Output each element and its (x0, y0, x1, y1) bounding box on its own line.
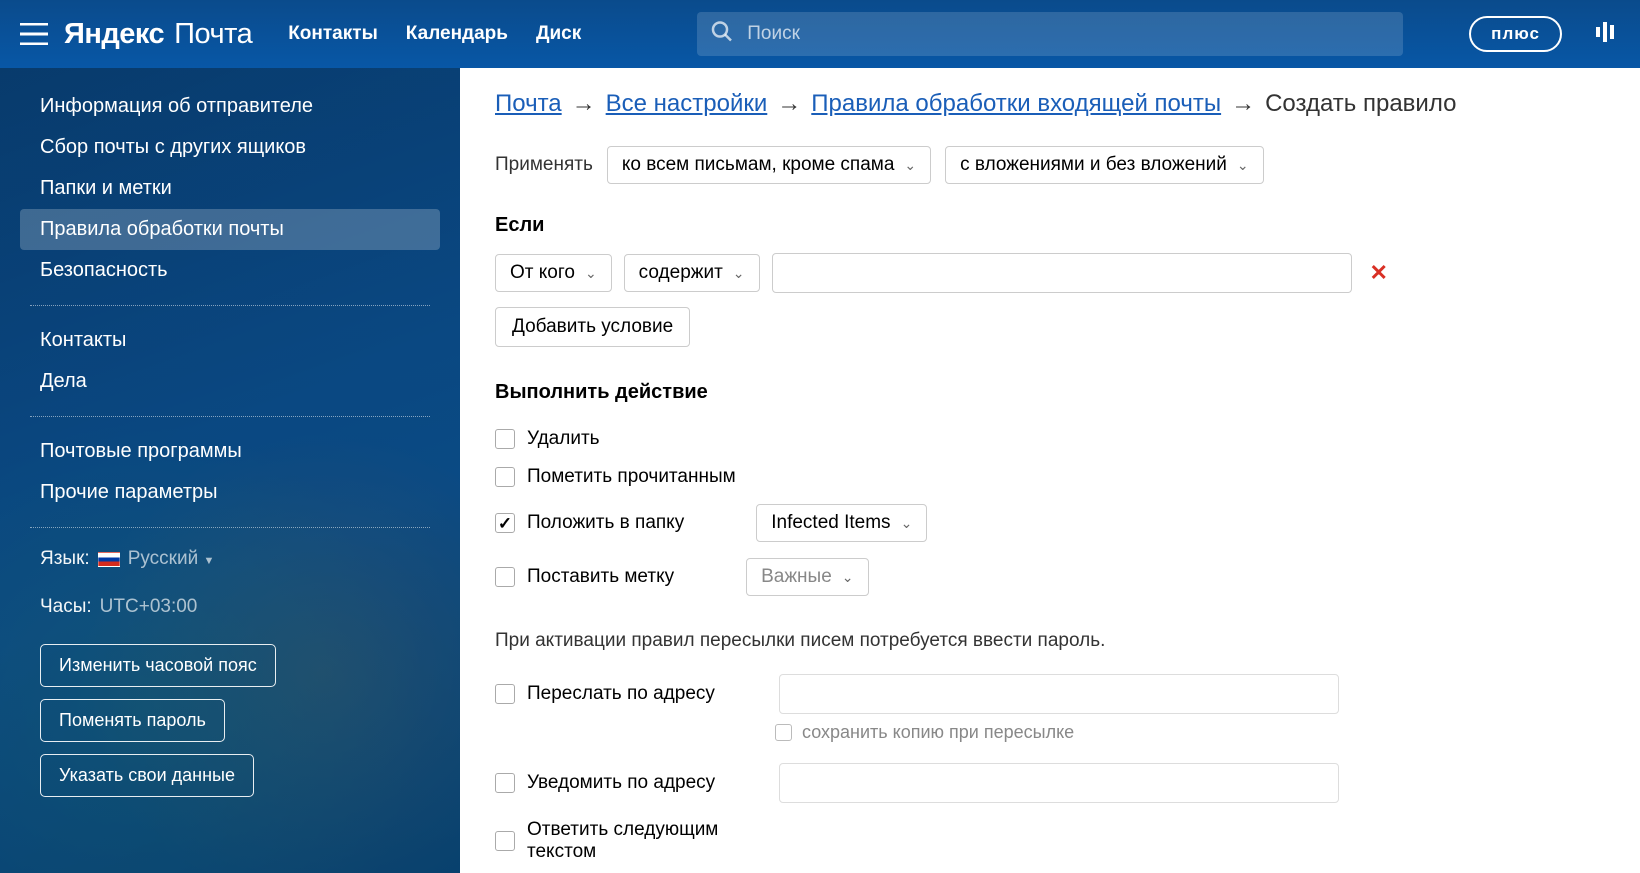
sidebar-item-mailclients[interactable]: Почтовые программы (0, 431, 460, 472)
reply-checkbox[interactable] (495, 831, 515, 851)
cond-value-input[interactable] (772, 253, 1352, 293)
top-header: Яндекс Почта Контакты Календарь Диск плю… (0, 0, 1640, 68)
sidebar-item-folders[interactable]: Папки и метки (0, 168, 460, 209)
settings-sidebar: Информация об отправителе Сбор почты с д… (0, 68, 460, 873)
chevron-down-icon: ⌄ (585, 265, 597, 282)
chevron-down-icon: ▼ (203, 555, 214, 567)
sidebar-item-contacts[interactable]: Контакты (0, 320, 460, 361)
forward-checkbox[interactable] (495, 684, 515, 704)
action-markread-checkbox[interactable] (495, 467, 515, 487)
reply-row: Ответить следующим текстом (495, 811, 1605, 871)
logo-brand: Яндекс (64, 18, 164, 51)
breadcrumb: Почта → Все настройки → Правила обработк… (495, 90, 1605, 118)
plus-button[interactable]: плюс (1469, 16, 1562, 52)
cond-op-select[interactable]: содержит⌄ (624, 254, 760, 292)
sidebar-item-rules[interactable]: Правила обработки почты (20, 209, 440, 250)
language-value[interactable]: Русский ▼ (128, 548, 215, 570)
notify-input[interactable] (779, 763, 1339, 803)
forward-input[interactable] (779, 674, 1339, 714)
notify-row: Уведомить по адресу (495, 755, 1605, 811)
language-row: Язык: Русский ▼ (0, 542, 460, 576)
condition-row: От кого⌄ содержит⌄ ✕ (495, 253, 1605, 293)
if-title: Если (495, 214, 1605, 237)
apply-attach-select[interactable]: с вложениями и без вложений⌄ (945, 146, 1263, 184)
sidebar-item-todos[interactable]: Дела (0, 361, 460, 402)
sidebar-item-other[interactable]: Прочие параметры (0, 472, 460, 513)
keep-copy-row: сохранить копию при пересылке (775, 722, 1605, 755)
menu-icon[interactable] (20, 23, 48, 45)
divider (30, 305, 430, 306)
reply-label: Ответить следующим текстом (527, 819, 767, 863)
bc-create-rule: Создать правило (1265, 90, 1456, 118)
cond-field-select[interactable]: От кого⌄ (495, 254, 612, 292)
chevron-down-icon: ⌄ (842, 569, 854, 586)
action-move-checkbox[interactable] (495, 513, 515, 533)
search-box (697, 12, 1403, 56)
clock-row: Часы: UTC+03:00 (0, 590, 460, 624)
action-title: Выполнить действие (495, 381, 1605, 404)
edit-profile-button[interactable]: Указать свои данные (40, 754, 254, 797)
nav-calendar[interactable]: Календарь (406, 23, 508, 45)
flag-ru-icon (98, 552, 120, 567)
equalizer-icon[interactable] (1596, 19, 1620, 50)
header-nav: Контакты Календарь Диск (288, 23, 581, 45)
forward-row: Переслать по адресу (495, 666, 1605, 722)
search-input[interactable] (697, 12, 1403, 56)
divider (30, 416, 430, 417)
forward-note: При активации правил пересылки писем пот… (495, 630, 1605, 652)
action-delete-checkbox[interactable] (495, 429, 515, 449)
divider (30, 527, 430, 528)
arrow-right-icon: → (777, 90, 801, 118)
action-label-checkbox[interactable] (495, 567, 515, 587)
action-delete-label: Удалить (527, 428, 600, 450)
clock-value[interactable]: UTC+03:00 (100, 596, 198, 618)
chevron-down-icon: ⌄ (1237, 157, 1249, 174)
change-tz-button[interactable]: Изменить часовой пояс (40, 644, 276, 687)
action-move-row: Положить в папку Infected Items⌄ (495, 496, 1605, 550)
chevron-down-icon: ⌄ (733, 265, 745, 282)
action-markread-label: Пометить прочитанным (527, 466, 736, 488)
action-move-label: Положить в папку (527, 512, 684, 534)
arrow-right-icon: → (572, 90, 596, 118)
search-icon (711, 21, 733, 48)
bc-all-settings[interactable]: Все настройки (606, 90, 768, 118)
change-password-button[interactable]: Поменять пароль (40, 699, 225, 742)
sidebar-item-security[interactable]: Безопасность (0, 250, 460, 291)
move-folder-select[interactable]: Infected Items⌄ (756, 504, 927, 542)
notify-label: Уведомить по адресу (527, 772, 767, 794)
action-delete-row: Удалить (495, 420, 1605, 458)
action-label-row: Поставить метку Важные⌄ (495, 550, 1605, 604)
keep-copy-label: сохранить копию при пересылке (802, 722, 1074, 743)
sidebar-item-collect[interactable]: Сбор почты с других ящиков (0, 127, 460, 168)
keep-copy-checkbox[interactable] (775, 724, 792, 741)
forward-label: Переслать по адресу (527, 683, 767, 705)
bc-rules[interactable]: Правила обработки входящей почты (811, 90, 1221, 118)
clock-label: Часы: (40, 596, 92, 618)
logo-product: Почта (174, 18, 252, 51)
remove-condition-icon[interactable]: ✕ (1370, 260, 1388, 286)
apply-row: Применять ко всем письмам, кроме спама⌄ … (495, 146, 1605, 184)
main-content: Почта → Все настройки → Правила обработк… (460, 68, 1640, 873)
bc-mail[interactable]: Почта (495, 90, 562, 118)
language-label: Язык: (40, 548, 90, 570)
chevron-down-icon: ⌄ (904, 157, 916, 174)
apply-label: Применять (495, 154, 593, 176)
action-label-label: Поставить метку (527, 566, 674, 588)
apply-scope-select[interactable]: ко всем письмам, кроме спама⌄ (607, 146, 931, 184)
arrow-right-icon: → (1231, 90, 1255, 118)
notify-checkbox[interactable] (495, 773, 515, 793)
action-markread-row: Пометить прочитанным (495, 458, 1605, 496)
nav-contacts[interactable]: Контакты (288, 23, 378, 45)
label-select[interactable]: Важные⌄ (746, 558, 868, 596)
logo[interactable]: Яндекс Почта (64, 18, 252, 51)
chevron-down-icon: ⌄ (901, 515, 913, 532)
nav-disk[interactable]: Диск (536, 23, 581, 45)
sidebar-item-sender-info[interactable]: Информация об отправителе (0, 86, 460, 127)
add-condition-button[interactable]: Добавить условие (495, 307, 690, 347)
